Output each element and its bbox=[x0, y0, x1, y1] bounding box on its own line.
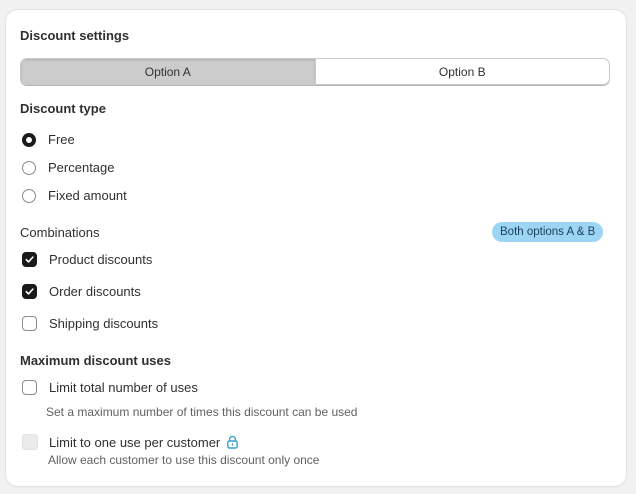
checkbox-limit-total-label: Limit total number of uses bbox=[49, 380, 198, 395]
checkbox-product-discounts[interactable]: Product discounts bbox=[22, 252, 152, 267]
checkbox-product-discounts-label: Product discounts bbox=[49, 252, 153, 267]
checkbox-shipping-discounts-control[interactable] bbox=[22, 316, 37, 331]
checkmark-icon bbox=[25, 256, 34, 263]
lock-icon bbox=[226, 435, 239, 449]
checkbox-one-per-customer-label: Limit to one use per customer bbox=[49, 434, 221, 450]
checkbox-product-discounts-control[interactable] bbox=[22, 252, 37, 267]
radio-percentage-control[interactable] bbox=[22, 160, 36, 175]
discount-settings-card: Discount settings Option A Option B Disc… bbox=[6, 10, 626, 486]
checkbox-order-discounts-control[interactable] bbox=[22, 284, 37, 299]
radio-percentage[interactable]: Percentage bbox=[22, 160, 115, 175]
checkbox-one-per-customer-control bbox=[22, 434, 38, 450]
checkbox-one-per-customer: Limit to one use per customer bbox=[22, 434, 239, 450]
radio-free-control[interactable] bbox=[22, 132, 36, 147]
checkbox-limit-total[interactable]: Limit total number of uses bbox=[22, 380, 198, 395]
radio-fixed-amount-control[interactable] bbox=[22, 188, 36, 203]
combinations-badge: Both options A & B bbox=[492, 222, 604, 242]
combinations-heading: Combinations bbox=[20, 225, 100, 240]
radio-fixed-amount[interactable]: Fixed amount bbox=[22, 188, 127, 203]
tab-option-a[interactable]: Option A bbox=[21, 59, 315, 84]
checkbox-limit-total-control[interactable] bbox=[22, 380, 37, 395]
limit-total-help-text: Set a maximum number of times this disco… bbox=[46, 405, 358, 419]
max-uses-heading: Maximum discount uses bbox=[20, 353, 171, 368]
one-per-customer-help-text: Allow each customer to use this discount… bbox=[48, 453, 320, 467]
tab-option-b[interactable]: Option B bbox=[314, 59, 610, 84]
option-segmented-control: Option A Option B bbox=[20, 58, 610, 85]
checkbox-shipping-discounts-label: Shipping discounts bbox=[49, 316, 159, 331]
card-title: Discount settings bbox=[20, 28, 130, 43]
checkmark-icon bbox=[25, 288, 34, 295]
checkbox-shipping-discounts[interactable]: Shipping discounts bbox=[22, 316, 158, 331]
radio-fixed-amount-label: Fixed amount bbox=[48, 188, 127, 203]
checkbox-order-discounts[interactable]: Order discounts bbox=[22, 284, 141, 299]
checkbox-order-discounts-label: Order discounts bbox=[49, 284, 141, 299]
radio-free[interactable]: Free bbox=[22, 132, 75, 147]
discount-type-heading: Discount type bbox=[20, 101, 106, 116]
radio-free-label: Free bbox=[48, 132, 75, 147]
radio-percentage-label: Percentage bbox=[48, 160, 115, 175]
